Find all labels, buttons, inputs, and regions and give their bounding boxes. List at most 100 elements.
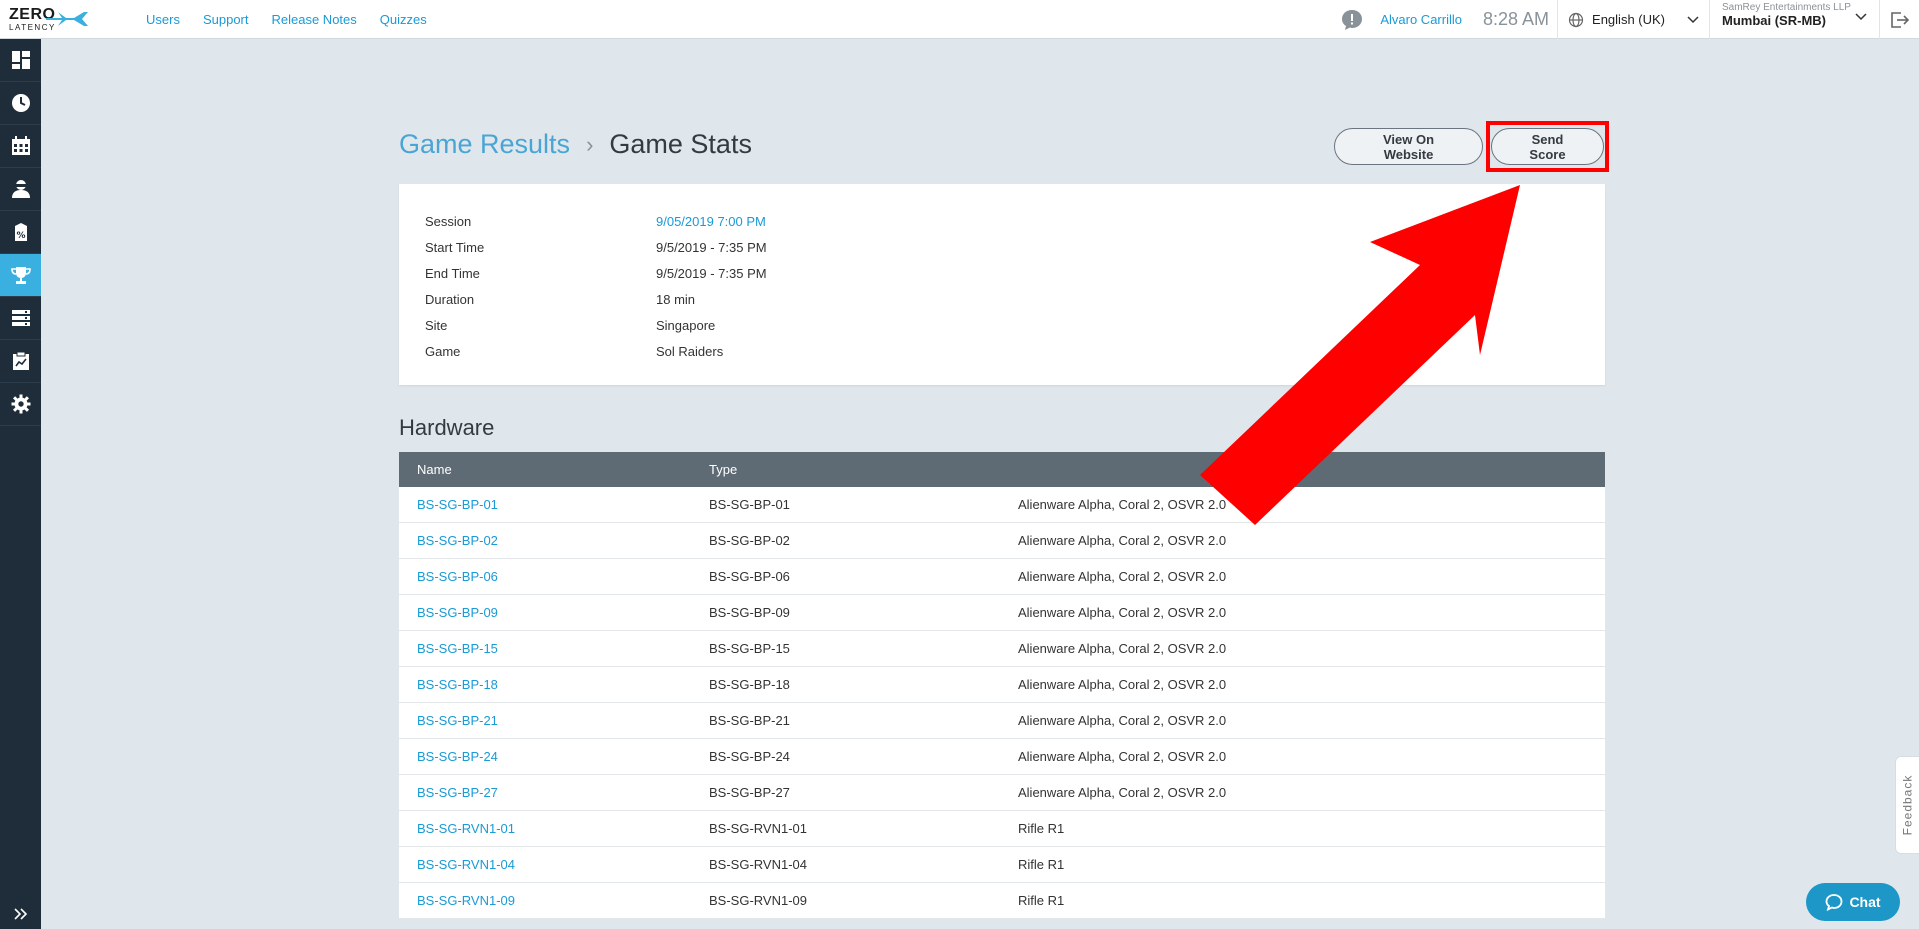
hardware-components: Alienware Alpha, Coral 2, OSVR 2.0 xyxy=(1018,785,1227,800)
player-icon xyxy=(11,180,30,198)
hardware-type: BS-SG-BP-27 xyxy=(709,785,790,800)
session-key: Duration xyxy=(425,291,475,307)
hardware-components: Rifle R1 xyxy=(1018,857,1065,872)
table-row: BS-SG-RVN1-09 BS-SG-RVN1-09 Rifle R1 xyxy=(399,883,1605,919)
feedback-label: Feedback xyxy=(1900,774,1915,836)
hardware-type: BS-SG-BP-18 xyxy=(709,677,790,692)
language-selector[interactable]: English (UK) xyxy=(1557,0,1709,39)
alert-bubble-icon[interactable] xyxy=(1340,8,1364,32)
session-key: Game xyxy=(425,343,461,359)
hardware-components: Alienware Alpha, Coral 2, OSVR 2.0 xyxy=(1018,713,1227,728)
chat-label: Chat xyxy=(1849,894,1881,910)
hardware-name-link[interactable]: BS-SG-BP-18 xyxy=(399,677,709,692)
hardware-type: BS-SG-BP-02 xyxy=(709,533,790,548)
gear-icon xyxy=(11,394,30,414)
hardware-components: Alienware Alpha, Coral 2, OSVR 2.0 xyxy=(1018,641,1227,656)
site-name: Mumbai (SR-MB) xyxy=(1722,13,1826,28)
logo[interactable]: ZERO LATENCY xyxy=(0,0,110,39)
hardware-type: BS-SG-RVN1-09 xyxy=(709,893,808,908)
sidebar-item-calendar[interactable] xyxy=(0,125,41,168)
plane-logo-icon xyxy=(46,11,88,26)
table-row: BS-SG-BP-06 BS-SG-BP-06 Alienware Alpha, C… xyxy=(399,559,1605,595)
hardware-rows: BS-SG-BP-01 BS-SG-BP-01 Alienware Alpha, C… xyxy=(399,487,1605,919)
session-link[interactable]: 9/05/2019 7:00 PM xyxy=(656,214,766,229)
feedback-tab[interactable]: Feedback xyxy=(1895,756,1919,854)
trophy-icon xyxy=(10,267,31,284)
sidebar-item-players[interactable] xyxy=(0,168,41,211)
site-selector[interactable]: SamRey Entertainments LLP Mumbai (SR-MB) xyxy=(1709,0,1879,39)
table-row: BS-SG-BP-15 BS-SG-BP-15 Alienware Alpha, C… xyxy=(399,631,1605,667)
nav-quizzes[interactable]: Quizzes xyxy=(380,12,427,27)
hardware-name-link[interactable]: BS-SG-RVN1-01 xyxy=(399,821,709,836)
table-row: BS-SG-BP-18 BS-SG-BP-18 Alienware Alpha, C… xyxy=(399,667,1605,703)
hardware-type: BS-SG-BP-21 xyxy=(709,713,790,728)
hardware-name-link[interactable]: BS-SG-RVN1-09 xyxy=(399,893,709,908)
hardware-name-link[interactable]: BS-SG-BP-01 xyxy=(399,497,709,512)
hardware-type: BS-SG-BP-24 xyxy=(709,749,790,764)
sidebar-item-reports[interactable] xyxy=(0,340,41,383)
nav-release-notes[interactable]: Release Notes xyxy=(272,12,357,27)
hardware-name-link[interactable]: BS-SG-BP-27 xyxy=(399,785,709,800)
session-key: End Time xyxy=(425,265,480,281)
chevron-down-icon xyxy=(1855,13,1867,21)
chat-bubble-icon xyxy=(1826,894,1843,911)
view-on-website-button[interactable]: View On Website xyxy=(1334,128,1483,165)
logout-button[interactable] xyxy=(1879,0,1919,39)
hardware-components: Alienware Alpha, Coral 2, OSVR 2.0 xyxy=(1018,749,1227,764)
hardware-type: BS-SG-BP-09 xyxy=(709,605,790,620)
session-key: Session xyxy=(425,213,472,229)
session-value: Sol Raiders xyxy=(656,343,724,359)
dashboard-icon xyxy=(11,51,30,69)
hardware-type: BS-SG-RVN1-01 xyxy=(709,821,808,836)
hardware-type: BS-SG-BP-06 xyxy=(709,569,790,584)
table-row: BS-SG-RVN1-01 BS-SG-RVN1-01 Rifle R1 xyxy=(399,811,1605,847)
hardware-name-link[interactable]: BS-SG-BP-06 xyxy=(399,569,709,584)
hardware-name-link[interactable]: BS-SG-BP-09 xyxy=(399,605,709,620)
hardware-name-link[interactable]: BS-SG-BP-21 xyxy=(399,713,709,728)
calendar-icon xyxy=(11,136,30,155)
sidebar-item-settings[interactable] xyxy=(0,383,41,426)
page-title: Game Stats xyxy=(609,129,752,159)
breadcrumb-game-results[interactable]: Game Results xyxy=(399,129,570,160)
sidebar-item-hardware[interactable] xyxy=(0,297,41,340)
svg-text:%: % xyxy=(16,231,25,241)
double-chevron-right-icon xyxy=(13,908,27,920)
session-key: Site xyxy=(425,317,448,333)
hardware-name-link[interactable]: BS-SG-BP-02 xyxy=(399,533,709,548)
chat-button[interactable]: Chat xyxy=(1806,883,1900,921)
nav-support[interactable]: Support xyxy=(203,12,249,27)
sidebar-expand-button[interactable] xyxy=(0,899,41,929)
hardware-name-link[interactable]: BS-SG-BP-24 xyxy=(399,749,709,764)
nav-users[interactable]: Users xyxy=(146,12,180,27)
annotation-highlight-box xyxy=(1486,121,1609,172)
hardware-type: BS-SG-BP-01 xyxy=(709,497,790,512)
top-right: Alvaro Carrillo 8:28 AM English (UK) Sam… xyxy=(1340,0,1919,39)
clock-icon xyxy=(11,94,30,112)
server-icon xyxy=(11,310,30,326)
clock-time: 8:28 AM xyxy=(1482,9,1550,29)
hardware-components: Rifle R1 xyxy=(1018,893,1065,908)
table-row: BS-SG-RVN1-04 BS-SG-RVN1-04 Rifle R1 xyxy=(399,847,1605,883)
sidebar: % xyxy=(0,39,41,929)
sidebar-item-dashboard[interactable] xyxy=(0,39,41,82)
sidebar-item-game-results[interactable] xyxy=(0,254,41,297)
hardware-components: Alienware Alpha, Coral 2, OSVR 2.0 xyxy=(1018,605,1227,620)
column-header-name[interactable]: Name xyxy=(399,462,709,477)
table-row: BS-SG-BP-21 BS-SG-BP-21 Alienware Alpha, C… xyxy=(399,703,1605,739)
column-header-type[interactable]: Type xyxy=(709,462,1018,477)
table-row: BS-SG-BP-27 BS-SG-BP-27 Alienware Alpha, C… xyxy=(399,775,1605,811)
top-nav: Users Support Release Notes Quizzes xyxy=(146,12,427,27)
session-key: Start Time xyxy=(425,239,485,255)
sidebar-item-history[interactable] xyxy=(0,82,41,125)
logout-icon xyxy=(1890,11,1909,28)
sidebar-item-discounts[interactable]: % xyxy=(0,211,41,254)
hardware-components: Alienware Alpha, Coral 2, OSVR 2.0 xyxy=(1018,569,1227,584)
hardware-type: BS-SG-BP-15 xyxy=(709,641,790,656)
top-bar: ZERO LATENCY Users Support Release Notes… xyxy=(0,0,1919,39)
chevron-down-icon xyxy=(1687,15,1699,23)
table-row: BS-SG-BP-24 BS-SG-BP-24 Alienware Alpha, C… xyxy=(399,739,1605,775)
user-name-link[interactable]: Alvaro Carrillo xyxy=(1380,12,1462,27)
hardware-name-link[interactable]: BS-SG-BP-15 xyxy=(399,641,709,656)
session-value: Singapore xyxy=(656,317,716,333)
hardware-name-link[interactable]: BS-SG-RVN1-04 xyxy=(399,857,709,872)
